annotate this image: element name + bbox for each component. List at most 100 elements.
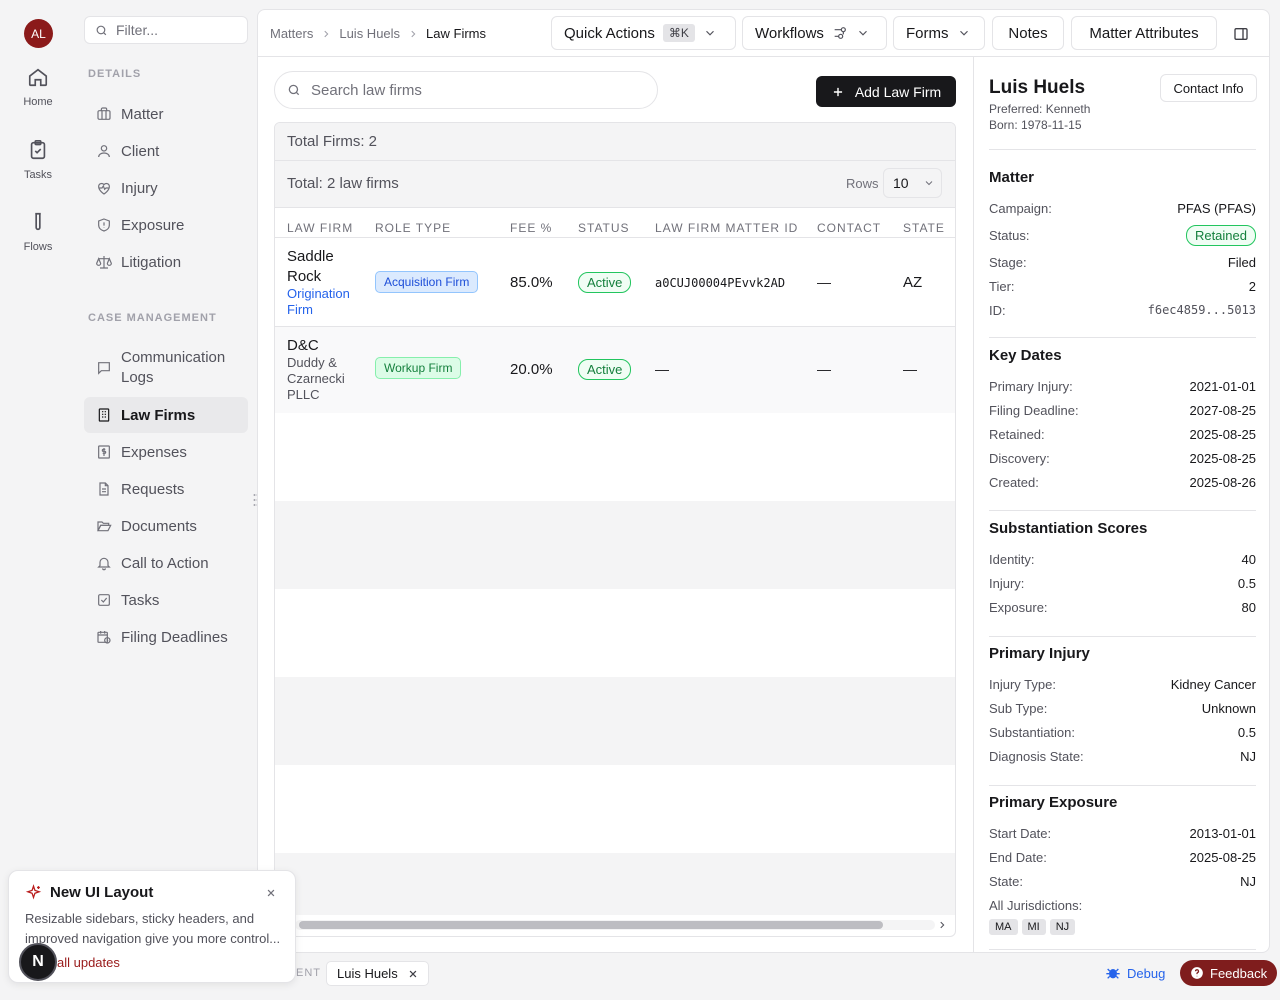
home-icon	[27, 66, 49, 88]
law-firms-table: Total Firms: 2 Total: 2 law firms Rows 1…	[274, 122, 956, 937]
nav-item-tasks[interactable]: Tasks	[84, 588, 248, 612]
section-title: Primary Injury	[989, 645, 1090, 662]
nav-item-label: Exposure	[121, 216, 185, 234]
table-row[interactable]: Saddle Rock Origination Firm Acquisition…	[275, 238, 955, 326]
exposure-value: 2013-01-01	[1189, 825, 1257, 841]
injury-key: Injury Type:	[989, 676, 1056, 692]
injury-key: Diagnosis State:	[989, 748, 1084, 764]
workflows-label: Workflows	[755, 24, 824, 42]
add-law-firm-button[interactable]: Add Law Firm	[816, 76, 956, 107]
law-firm-search-input[interactable]: Search law firms	[274, 71, 658, 109]
nav-item-call-to-action[interactable]: Call to Action	[84, 551, 248, 575]
nav-item-communication-logs[interactable]: Communication Logs	[84, 348, 248, 388]
nav-filter-input[interactable]: Filter...	[84, 16, 248, 44]
col-fee[interactable]: FEE %	[510, 221, 552, 235]
avatar[interactable]: AL	[24, 19, 53, 48]
close-icon[interactable]	[408, 969, 418, 979]
campaign-value: PFAS (PFAS)	[1177, 200, 1256, 216]
jurisdiction-tag: NJ	[1049, 919, 1076, 935]
state-value: AZ	[903, 274, 923, 291]
date-key: Discovery:	[989, 450, 1050, 466]
section-title: Substantiation Scores	[989, 520, 1148, 537]
score-key: Exposure:	[989, 599, 1048, 615]
nav-item-filing-deadlines[interactable]: Filing Deadlines	[84, 625, 248, 649]
debug-button[interactable]: Debug	[1105, 965, 1165, 981]
total-firms: Total Firms: 2	[275, 123, 955, 161]
role-badge: Workup Firm	[375, 357, 462, 379]
contact-value: —	[817, 274, 831, 290]
breadcrumb-matters[interactable]: Matters	[270, 26, 313, 41]
col-status[interactable]: STATUS	[578, 221, 630, 235]
main-panel: Matters Luis Huels Law Firms Quick Actio…	[257, 9, 1270, 953]
folder-open-icon	[96, 518, 112, 534]
rail-home[interactable]: Home	[0, 66, 76, 108]
forms-button[interactable]: Forms	[893, 16, 985, 50]
nav-item-expenses[interactable]: Expenses	[84, 440, 248, 464]
score-key: Identity:	[989, 551, 1035, 567]
scroll-right-icon[interactable]	[937, 920, 947, 930]
nav-item-litigation[interactable]: Litigation	[84, 250, 248, 274]
col-matter-id[interactable]: LAW FIRM MATTER ID	[655, 221, 798, 235]
chevron-down-icon	[957, 26, 971, 40]
close-icon[interactable]	[266, 888, 276, 898]
score-key: Injury:	[989, 575, 1025, 591]
rows-per-page-select[interactable]: 10	[883, 168, 942, 198]
feedback-button[interactable]: Feedback	[1180, 960, 1278, 986]
panel-right-icon	[1233, 26, 1249, 42]
col-state[interactable]: STATE	[903, 221, 945, 235]
bug-icon	[1105, 965, 1121, 981]
nav-item-client[interactable]: Client	[84, 139, 248, 163]
workflow-icon	[832, 25, 848, 41]
nav-item-documents[interactable]: Documents	[84, 514, 248, 538]
assistant-launcher-button[interactable]: N	[19, 943, 57, 981]
contact-info-button[interactable]: Contact Info	[1160, 74, 1257, 102]
nav-item-label: Tasks	[121, 591, 160, 609]
nav-item-matter[interactable]: Matter	[84, 102, 248, 126]
toggle-panel-button[interactable]	[1233, 26, 1249, 42]
matter-section: Matter Campaign: PFAS (PFAS) Status: Retai…	[989, 169, 1256, 322]
nav-item-label: Injury	[121, 179, 158, 197]
scores-section: Substantiation Scores Identity: 40 Injury…	[989, 520, 1256, 619]
matter-attributes-button[interactable]: Matter Attributes	[1071, 16, 1217, 50]
col-contact[interactable]: CONTACT	[817, 221, 881, 235]
scrollbar-thumb[interactable]	[299, 921, 883, 929]
nav-item-requests[interactable]: Requests	[84, 477, 248, 501]
tier-key: Tier:	[989, 278, 1015, 294]
col-role-type[interactable]: ROLE TYPE	[375, 221, 451, 235]
matter-attributes-label: Matter Attributes	[1089, 24, 1199, 42]
total-count: Total: 2 law firms	[287, 175, 399, 192]
date-value: 2025-08-25	[1189, 450, 1257, 466]
notes-button[interactable]: Notes	[992, 16, 1064, 50]
primary-exposure-section: Primary Exposure Start Date: 2013-01-01 E…	[989, 794, 1256, 935]
sparkles-icon	[25, 884, 42, 901]
table-row[interactable]: D&C Duddy & Czarnecki PLLC Workup Firm 2…	[275, 327, 955, 413]
col-law-firm[interactable]: LAW FIRM	[287, 221, 353, 235]
nav-filter-placeholder: Filter...	[116, 22, 159, 38]
nav-item-law-firms[interactable]: Law Firms	[84, 397, 248, 433]
nav-item-injury[interactable]: Injury	[84, 176, 248, 200]
rail-tasks-label: Tasks	[23, 169, 53, 181]
section-nav: Filter... DETAILS Matter Client Injury E…	[76, 0, 256, 1000]
injury-key: Sub Type:	[989, 700, 1048, 716]
horizontal-scrollbar[interactable]	[295, 920, 935, 930]
rail-tasks[interactable]: Tasks	[0, 139, 76, 181]
toast-link[interactable]: all updates	[57, 955, 120, 970]
nav-item-exposure[interactable]: Exposure	[84, 213, 248, 237]
client-summary-panel: Luis Huels Preferred: Kenneth Born: 1978…	[973, 57, 1269, 952]
state-value: —	[903, 361, 917, 377]
breadcrumb-client[interactable]: Luis Huels	[339, 26, 400, 41]
injury-value: Unknown	[1201, 700, 1256, 716]
client-tab[interactable]: Luis Huels	[326, 961, 429, 986]
details-section-label: DETAILS	[88, 68, 142, 80]
app-rail: AL Home Tasks Flows	[0, 0, 76, 1000]
breadcrumb: Matters Luis Huels Law Firms	[270, 26, 486, 41]
forms-label: Forms	[906, 24, 949, 42]
workflows-button[interactable]: Workflows	[742, 16, 887, 50]
injury-value: Kidney Cancer	[1170, 676, 1256, 692]
nav-item-label: Communication Logs	[121, 349, 226, 386]
client-name: Luis Huels	[989, 77, 1086, 98]
building-icon	[96, 407, 112, 423]
quick-actions-button[interactable]: Quick Actions ⌘K	[551, 16, 736, 50]
rail-flows[interactable]: Flows	[0, 211, 76, 253]
firm-sub-link[interactable]: Origination Firm	[287, 286, 367, 318]
